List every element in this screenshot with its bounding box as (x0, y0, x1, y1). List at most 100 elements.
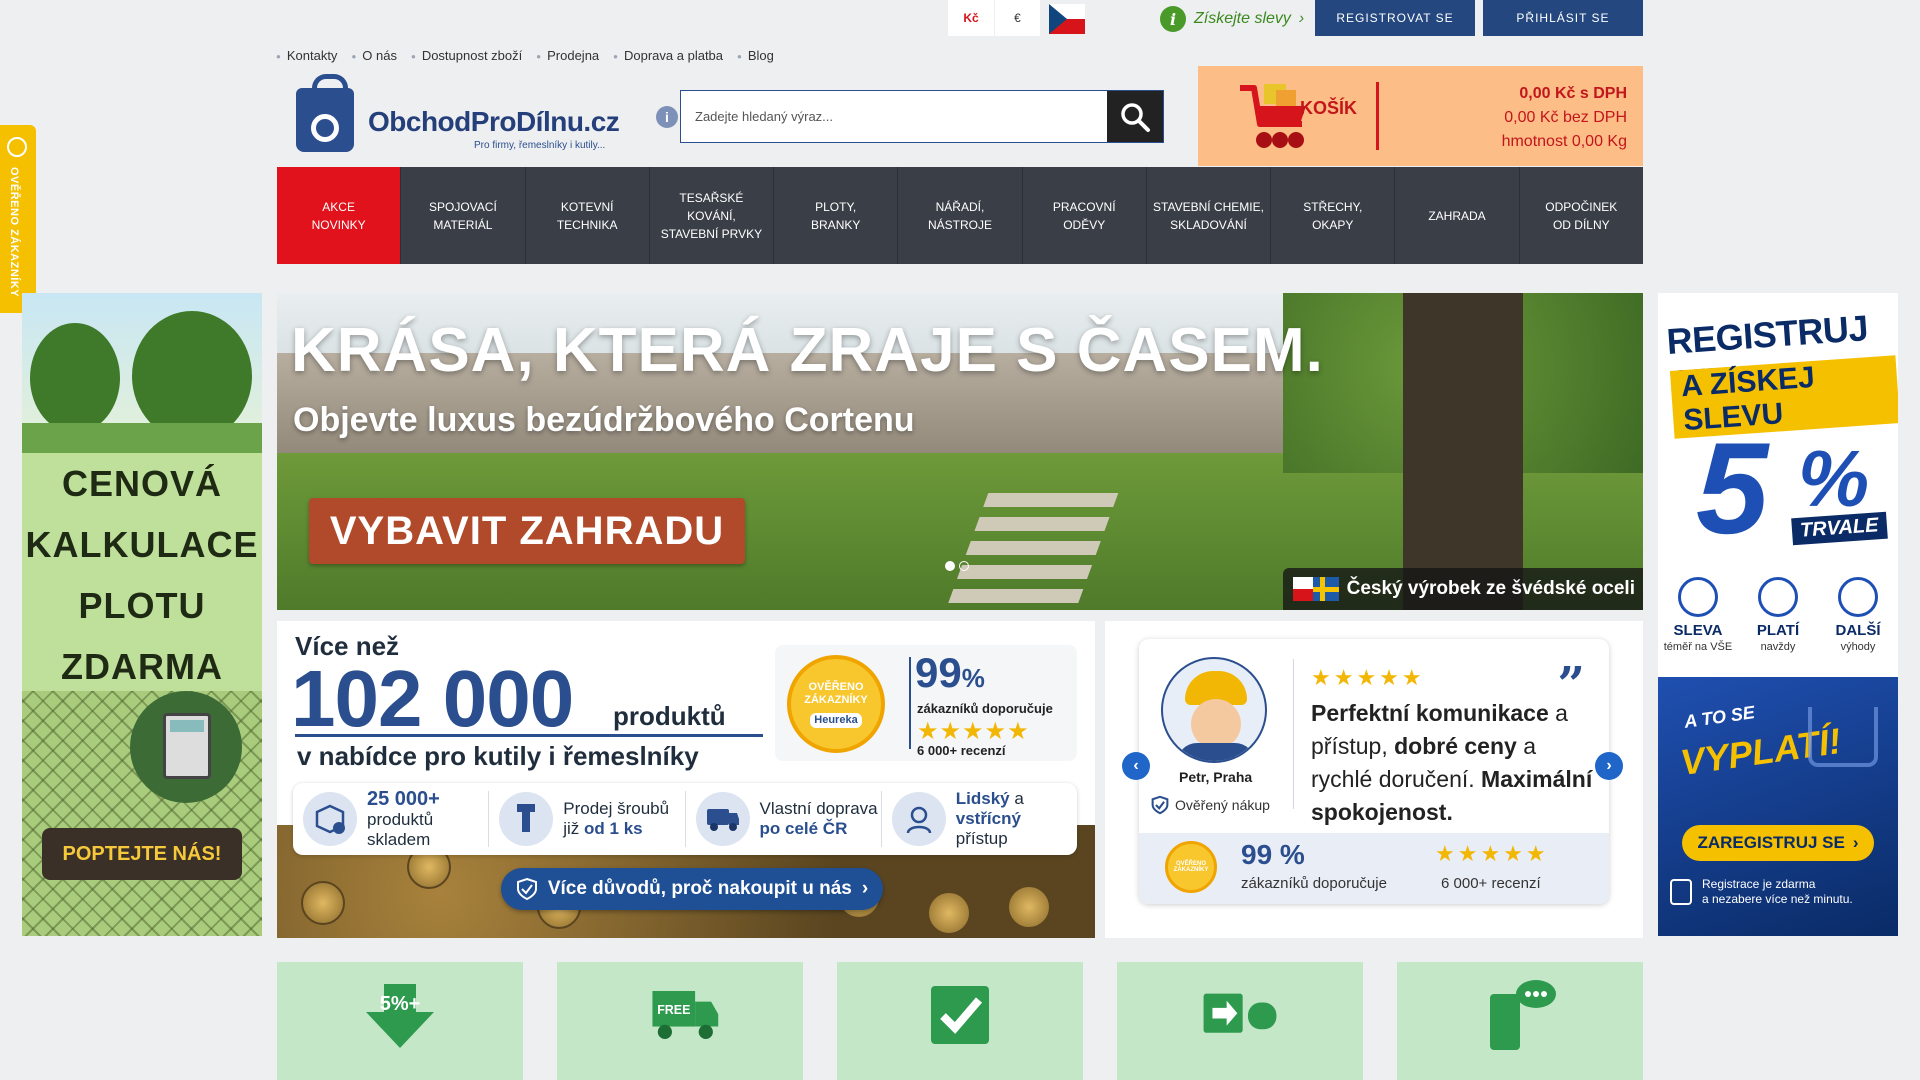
info-icon: i (1160, 6, 1186, 32)
nav-naradi-nastroje[interactable]: NÁŘADÍ, NÁSTROJE (898, 167, 1023, 264)
site-logo[interactable]: ObchodProDílnu.cz Pro firmy, řemeslníky … (294, 74, 624, 156)
feature-stock: 25 000+ produktů skladem (293, 789, 490, 849)
banner-title-line: CENOVÁ (61, 463, 223, 504)
search-input[interactable] (681, 91, 1107, 142)
tag-icon (1678, 577, 1718, 617)
reviews-panel: Petr, Praha Ověřený nákup ★★★★★ ” Perfek… (1105, 621, 1643, 938)
cart-divider (1376, 82, 1379, 150)
toplink-blog[interactable]: Blog (737, 48, 774, 63)
svg-text:5%+: 5%+ (380, 993, 421, 1015)
box-check-icon (303, 792, 357, 846)
verified-tab-label: OVĚŘENO ZÁKAZNÍKY (8, 167, 20, 298)
nav-tesarske-kovani[interactable]: TESAŘSKÉ KOVÁNÍ, STAVEBNÍ PRVKY (650, 167, 775, 264)
origin-badge: Český výrobek ze švédské oceli (1282, 568, 1643, 610)
review-percent-label: zákazníků doporučuje (1241, 875, 1387, 892)
cart-weight: hmotnost 0,00 Kg (1501, 133, 1627, 150)
review-next-button[interactable]: › (1595, 752, 1623, 780)
review-text: Perfektní komunikace a přístup, dobré ce… (1311, 700, 1593, 825)
verified-customers-tab[interactable]: OVĚŘENO ZÁKAZNÍKY (0, 125, 36, 313)
login-button[interactable]: PŘIHLÁSIT SE (1483, 0, 1643, 36)
discount-arrow-icon: 5%+ (366, 984, 434, 1048)
review-stars: ★★★★★ (1311, 665, 1425, 690)
heureka-rating-box[interactable]: OVĚŘENO ZÁKAZNÍKY Heureka 99% zákazníků … (775, 645, 1077, 761)
svg-text:FREE: FREE (657, 1003, 690, 1017)
heureka-recommend: zákazníků doporučuje (917, 701, 1053, 716)
more-reasons-label: Více důvodů, proč nakoupit u nás (547, 878, 852, 899)
shield-check-icon (1151, 795, 1169, 815)
currency-eur[interactable]: € (994, 0, 1040, 36)
register-cta-button[interactable]: ZAREGISTRUJ SE › (1682, 825, 1874, 861)
nav-pracovni-odevy[interactable]: PRACOVNÍ ODĚVY (1023, 167, 1147, 264)
nav-stavebni-chemie[interactable]: STAVEBNÍ CHEMIE, SKLADOVÁNÍ (1147, 167, 1272, 264)
origin-badge-text: Český výrobek ze švédské oceli (1346, 578, 1635, 599)
fence-calculation-banner[interactable]: CENOVÁ KALKULACE PLOTU ZDARMA POPTEJTE N… (22, 293, 262, 936)
benefit-box-free-shipping[interactable]: FREE (557, 962, 803, 1080)
czech-flag-icon[interactable] (1049, 4, 1085, 34)
hero-cta-button[interactable]: VYBAVIT ZAHRADU (309, 498, 745, 564)
benefit-box-quality[interactable] (837, 962, 1083, 1080)
nav-ploty-branky[interactable]: PLOTY, BRANKY (774, 167, 899, 264)
register-discount-banner[interactable]: REGISTRUJ SE A ZÍSKEJ SLEVU 5 % TRVALE S… (1658, 293, 1898, 936)
toplink-prodejna[interactable]: Prodejna (536, 48, 599, 63)
rb-note: Registrace je zdarma a nezabere více než … (1670, 877, 1853, 907)
cart-price-novat: 0,00 Kč bez DPH (1504, 109, 1627, 126)
currency-switcher: Kč € (948, 0, 1040, 36)
user-plus-icon (1838, 577, 1878, 617)
toplink-kontakty[interactable]: Kontakty (276, 48, 338, 63)
rb-trvale: TRVALE (1791, 511, 1888, 546)
nav-strechy-okapy[interactable]: STŘECHY, OKAPY (1271, 167, 1396, 264)
nav-odpocinek[interactable]: ODPOČINEK OD DÍLNY (1520, 167, 1643, 264)
checkmark-icon (931, 986, 989, 1044)
slider-dot[interactable] (959, 561, 969, 571)
products-subtitle: v nabídce pro kutily i řemeslníky (297, 741, 699, 771)
heureka-stars: ★★★★★ (917, 718, 1030, 745)
toplink-dostupnost[interactable]: Dostupnost zboží (411, 48, 522, 63)
more-reasons-button[interactable]: Více důvodů, proč nakoupit u nás › (501, 868, 883, 910)
rb-dark-panel: A TO SE VYPLATÍ! ZAREGISTRUJ SE › Regist… (1658, 677, 1898, 936)
shield-check-icon (516, 877, 537, 901)
chevron-right-icon: › (1298, 10, 1305, 27)
hero-subtitle: Objevte luxus bezúdržbového Cortenu (293, 401, 915, 439)
currency-czk[interactable]: Kč (948, 0, 994, 36)
logo-tagline: Pro firmy, řemeslníky i kutily... (474, 140, 606, 151)
banner-title-line: ZDARMA (61, 646, 223, 687)
reviewer-name: Petr, Praha (1179, 769, 1253, 785)
nav-spojovaci-material[interactable]: SPOJOVACÍ MATERIÁL (401, 167, 526, 264)
rb-percent: % (1798, 434, 1870, 523)
cart-price-vat: 0,00 Kč s DPH (1519, 85, 1627, 102)
nav-zahrada[interactable]: ZAHRADA (1395, 167, 1520, 264)
nav-kotevni-technika[interactable]: KOTEVNÍ TECHNIKA (526, 167, 650, 264)
benefit-box-support[interactable] (1397, 962, 1643, 1080)
toplink-o-nas[interactable]: O nás (351, 48, 397, 63)
review-divider (1293, 659, 1294, 809)
discounts-link[interactable]: i Získejte slevy › (1160, 6, 1304, 32)
request-quote-button[interactable]: POPTEJTE NÁS! (42, 828, 242, 880)
search-button[interactable] (1107, 91, 1163, 142)
benefit-box-returns[interactable] (1117, 962, 1363, 1080)
benefit-box-discount[interactable]: 5%+ (277, 962, 523, 1080)
review-summary-footer: OVĚŘENO ZÁKAZNÍKY 99 % zákazníků doporuč… (1139, 833, 1609, 904)
top-links: Kontakty O nás Dostupnost zboží Prodejna… (276, 48, 774, 63)
toplink-doprava[interactable]: Doprava a platba (613, 48, 723, 63)
review-prev-button[interactable]: ‹ (1122, 752, 1150, 780)
clock-icon (1758, 577, 1798, 617)
rb-ato: A TO SE (1682, 702, 1756, 732)
register-button[interactable]: REGISTROVAT SE (1315, 0, 1475, 36)
nav-akce-novinky[interactable]: AKCE NOVINKY (277, 167, 402, 264)
hero-slider[interactable]: KRÁSA, KTERÁ ZRAJE S ČASEM. Objevte luxu… (277, 293, 1643, 610)
cart-widget[interactable]: KOŠÍK 0,00 Kč s DPH 0,00 Kč bez DPH hmot… (1198, 66, 1643, 166)
perk-dalsi: DALŠÍ výhody (1818, 577, 1898, 655)
products-panel: Více než 102 000 produktů v nabídce pro … (277, 621, 1095, 938)
heureka-reviews: 6 000+ recenzí (917, 743, 1006, 758)
lock-icon (1670, 879, 1692, 905)
search-bar (680, 90, 1164, 143)
heureka-divider (909, 657, 911, 749)
heureka-percent: 99% (915, 649, 985, 696)
hero-title: KRÁSA, KTERÁ ZRAJE S ČASEM. (291, 316, 1324, 385)
rb-perks: SLEVA téměř na VŠE PLATÍ navždy DALŠÍ výhod… (1658, 577, 1898, 655)
slider-dot[interactable] (945, 561, 955, 571)
heureka-seal-icon: OVĚŘENO ZÁKAZNÍKY (1165, 841, 1217, 893)
search-help-icon[interactable]: i (656, 106, 678, 128)
logo-bag-icon (296, 74, 354, 152)
screw-icon (499, 792, 554, 846)
